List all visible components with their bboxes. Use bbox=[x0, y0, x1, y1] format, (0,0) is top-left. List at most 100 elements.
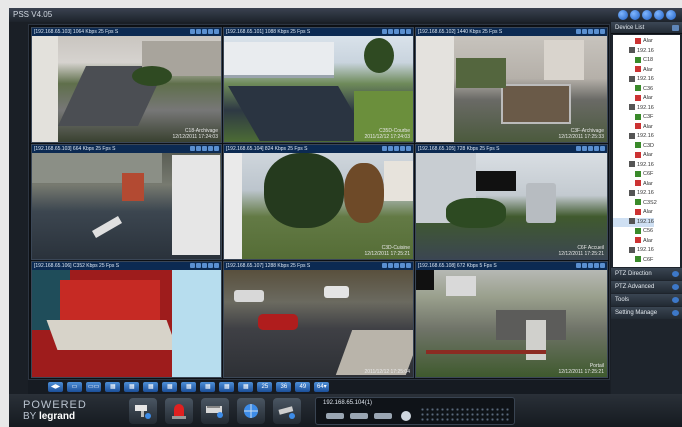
tree-item-label: C18 bbox=[643, 57, 654, 63]
tree-item-alarm[interactable]: Alar bbox=[613, 66, 653, 75]
cell-control-icons[interactable] bbox=[190, 29, 219, 34]
device-icon bbox=[629, 132, 635, 139]
tree-item-alarm[interactable]: Alar bbox=[613, 123, 653, 132]
close-icon[interactable] bbox=[666, 10, 676, 20]
tree-item-cam[interactable]: C18 bbox=[613, 56, 653, 65]
cam-icon bbox=[635, 85, 641, 92]
layout-button-2[interactable]: ▭▭ bbox=[86, 382, 102, 392]
alarm-icon[interactable] bbox=[165, 398, 193, 424]
video-cell-5[interactable]: [192.168.65.104] 824 Kbps 25 Fps S C3D-C… bbox=[223, 144, 414, 260]
tree-item-device[interactable]: 192.16 bbox=[613, 189, 654, 198]
tree-item-label: C3S2 bbox=[643, 199, 657, 206]
setting-manage-section[interactable]: Setting Manage bbox=[611, 307, 682, 319]
device-icon bbox=[629, 104, 635, 111]
help-icon[interactable] bbox=[618, 10, 628, 20]
alarm-icon bbox=[635, 151, 641, 158]
tree-item-cam[interactable]: C3F bbox=[613, 113, 653, 122]
layout-button-36[interactable]: 36 bbox=[276, 382, 292, 392]
tree-item-cam[interactable]: C6F bbox=[613, 170, 653, 179]
layout-button-10[interactable]: ▦ bbox=[238, 382, 254, 392]
tree-item-alarm[interactable]: Alar bbox=[613, 237, 653, 246]
tree-item-device[interactable]: 192.16 bbox=[613, 132, 654, 141]
video-cell-4[interactable]: [192.168.65.103] 664 Kbps 25 Fps S bbox=[31, 144, 222, 260]
tree-item-alarm[interactable]: Alar bbox=[613, 37, 653, 46]
video-cell-6[interactable]: [192.168.65.105] 728 Kbps 25 Fps S C6F A… bbox=[415, 144, 608, 260]
video-cell-1[interactable]: [192.168.65.103] 1064 Kbps 25 Fps S C18-… bbox=[31, 27, 222, 143]
tree-item-label: 192.16 bbox=[637, 190, 654, 196]
camera-icon[interactable] bbox=[129, 398, 157, 424]
alarm-icon bbox=[635, 208, 641, 215]
network-icon[interactable] bbox=[273, 398, 301, 424]
expand-icon[interactable] bbox=[672, 310, 679, 316]
tree-item-device[interactable]: 192.16 bbox=[613, 104, 654, 113]
layout-button-5[interactable]: ▦ bbox=[143, 382, 159, 392]
layout-button-64[interactable]: 64▾ bbox=[314, 382, 330, 392]
tree-item-label: Alar bbox=[643, 209, 653, 215]
tree-item-label: 192.16 bbox=[637, 47, 654, 54]
ptz-advanced-section[interactable]: PTZ Advanced bbox=[611, 281, 682, 293]
tree-item-cam[interactable]: C36 bbox=[613, 85, 653, 94]
alarm-icon bbox=[635, 37, 641, 44]
tree-item-alarm[interactable]: Alar bbox=[613, 208, 653, 217]
tree-item-label: 192.16 bbox=[637, 247, 654, 253]
video-cell-9[interactable]: [192.168.65.108] 672 Kbps 5 Fps S Portai… bbox=[415, 261, 608, 378]
video-cell-7[interactable]: [192.168.65.106] C352 Kbps 25 Fps S bbox=[31, 261, 222, 378]
device-icon bbox=[629, 246, 635, 253]
tree-item-label: 192.16 bbox=[637, 76, 654, 82]
device-list-header[interactable]: Device List bbox=[611, 22, 682, 34]
cam-icon bbox=[635, 227, 641, 234]
tree-item-label: Alar bbox=[643, 123, 653, 130]
right-panel: Device List Alar 192.16 C18 Alar 192.16 C36 Al… bbox=[611, 22, 682, 394]
ptz-direction-section[interactable]: PTZ Direction bbox=[611, 268, 682, 280]
cam-icon bbox=[635, 113, 641, 120]
layout-button-3[interactable]: ▦ bbox=[105, 382, 121, 392]
tools-section[interactable]: Tools bbox=[611, 294, 682, 306]
layout-button-9[interactable]: ▦ bbox=[219, 382, 235, 392]
playback-icon[interactable] bbox=[201, 398, 229, 424]
device-icon bbox=[629, 75, 635, 82]
tree-item-cam[interactable]: C6F bbox=[613, 256, 653, 265]
tree-item-device[interactable]: 192.16 bbox=[613, 161, 654, 170]
alarm-icon bbox=[635, 123, 641, 130]
video-cell-3[interactable]: [192.168.65.102] 1440 Kbps 25 Fps S C3F-… bbox=[415, 27, 608, 143]
channel-dots bbox=[420, 407, 510, 421]
layout-button-25[interactable]: 25 bbox=[257, 382, 273, 392]
tree-item-label: 192.16 bbox=[637, 133, 654, 139]
layout-button-49[interactable]: 49 bbox=[295, 382, 311, 392]
minimize-icon[interactable] bbox=[642, 10, 652, 20]
video-cell-8[interactable]: [192.168.65.107] 1288 Kbps 25 Fps S 2011… bbox=[223, 261, 414, 378]
cam-icon bbox=[635, 56, 641, 63]
tree-item-cam[interactable]: C3D bbox=[613, 142, 654, 151]
tree-item-alarm[interactable]: Alar bbox=[613, 180, 653, 189]
tree-item-label: Alar bbox=[643, 152, 653, 158]
expand-icon[interactable] bbox=[672, 271, 679, 277]
settings-icon[interactable] bbox=[630, 10, 640, 20]
video-cell-2[interactable]: [192.168.65.101] 1088 Kbps 25 Fps S C35D… bbox=[223, 27, 414, 143]
layout-button-7[interactable]: ▦ bbox=[181, 382, 197, 392]
tree-item-cam[interactable]: C3S2 bbox=[613, 199, 657, 208]
tree-item-device[interactable]: 192.16 bbox=[613, 47, 654, 56]
expand-icon[interactable] bbox=[672, 297, 679, 303]
globe-icon[interactable] bbox=[237, 398, 265, 424]
layout-toolbar: ◀▶ ▭ ▭▭ ▦ ▦ ▦ ▦ ▦ ▦ ▦ ▦ 25 36 49 64▾ bbox=[28, 380, 610, 394]
layout-button-6[interactable]: ▦ bbox=[162, 382, 178, 392]
device-status-strip[interactable]: 192.168.65.104(1) bbox=[315, 397, 515, 425]
expand-icon[interactable] bbox=[672, 284, 679, 290]
tree-item-device[interactable]: 192.16 bbox=[613, 75, 654, 84]
collapse-icon[interactable] bbox=[672, 25, 679, 31]
device-icon bbox=[629, 189, 635, 196]
tree-item-alarm[interactable]: Alar bbox=[613, 151, 653, 160]
tree-item-device[interactable]: 192.16 bbox=[613, 217, 654, 227]
layout-button-0[interactable]: ◀▶ bbox=[48, 382, 63, 392]
maximize-icon[interactable] bbox=[654, 10, 664, 20]
tree-item-alarm[interactable]: Alar bbox=[613, 94, 653, 103]
device-status-icons bbox=[326, 411, 411, 421]
layout-button-8[interactable]: ▦ bbox=[200, 382, 216, 392]
layout-button-1[interactable]: ▭ bbox=[67, 382, 82, 392]
device-tree[interactable]: Alar 192.16 C18 Alar 192.16 C36 Alar 192.16 C3F A… bbox=[613, 35, 680, 267]
tree-item-device[interactable]: 192.16 bbox=[613, 246, 654, 255]
tree-item-cam[interactable]: C56 bbox=[613, 227, 653, 236]
layout-button-4[interactable]: ▦ bbox=[124, 382, 140, 392]
tree-item-label: 192.16 bbox=[637, 218, 654, 225]
device-icon bbox=[629, 218, 635, 225]
